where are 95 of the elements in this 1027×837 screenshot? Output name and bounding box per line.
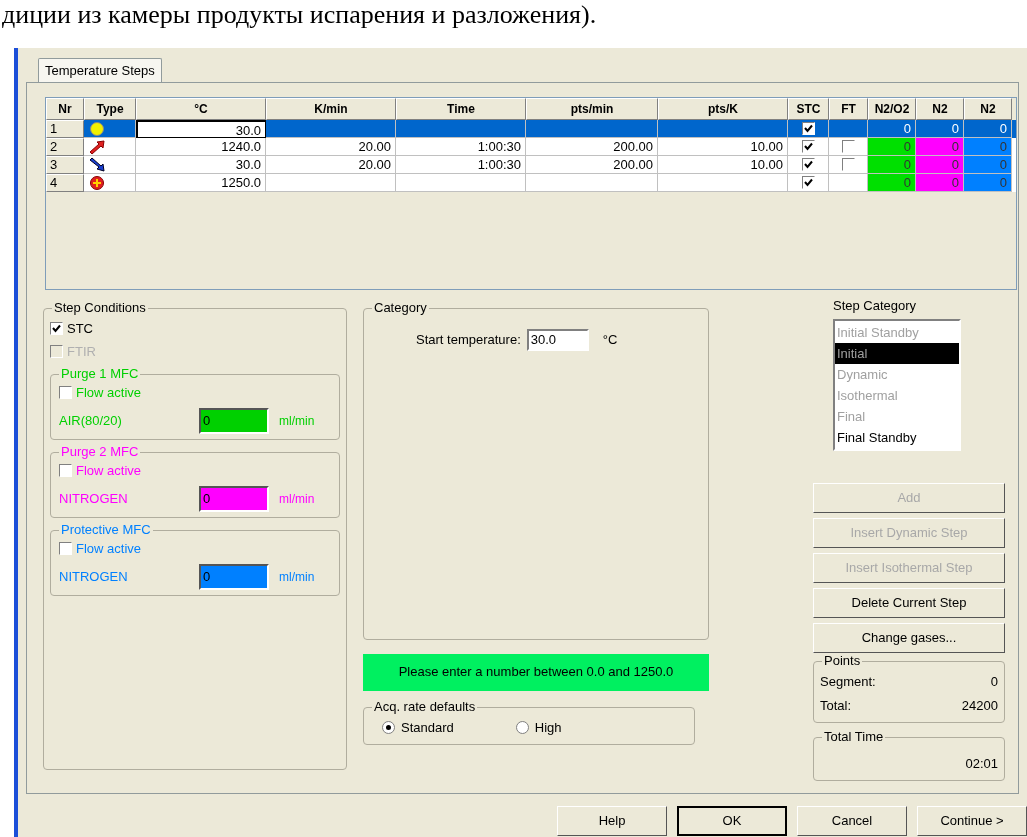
row-number: 4 bbox=[46, 174, 84, 192]
table-cell: 0 bbox=[964, 120, 1012, 138]
table-row[interactable]: 4 1250.0 0 0 0 bbox=[46, 174, 1016, 192]
column-header[interactable]: N2 bbox=[964, 98, 1012, 120]
list-label: Step Category bbox=[833, 296, 918, 315]
points-value: 0 bbox=[990, 673, 998, 691]
column-header[interactable]: pts/min bbox=[526, 98, 658, 120]
table-cell: 0 bbox=[964, 138, 1012, 156]
gas-name: NITROGEN bbox=[59, 568, 129, 587]
table-cell: 20.00 bbox=[266, 138, 396, 156]
flow-field[interactable]: 0 bbox=[199, 408, 269, 434]
checkbox[interactable] bbox=[801, 176, 815, 189]
checkbox[interactable] bbox=[59, 463, 72, 477]
table-cell: 10.00 bbox=[658, 138, 788, 156]
radio-button[interactable] bbox=[382, 721, 395, 734]
column-header[interactable]: Type bbox=[84, 98, 136, 120]
radio-label: Standard bbox=[401, 718, 454, 737]
checkbox[interactable] bbox=[50, 321, 63, 335]
checkbox-label: Flow active bbox=[76, 539, 142, 558]
table-cell: 30.0 bbox=[136, 120, 266, 138]
table-cell: 0 bbox=[964, 174, 1012, 192]
dialog-button[interactable]: Cancel bbox=[797, 806, 907, 836]
unit-label: °C bbox=[602, 330, 618, 349]
table-cell: 0 bbox=[916, 120, 964, 138]
table-cell: 1:00:30 bbox=[396, 156, 526, 174]
table-cell: 200.00 bbox=[526, 156, 658, 174]
checkbox-label: STC bbox=[67, 319, 93, 338]
points-label: Segment: bbox=[820, 673, 876, 691]
dialog-button[interactable]: Continue > bbox=[917, 806, 1027, 836]
dialog-button[interactable]: OK bbox=[677, 806, 787, 836]
table-cell: 0 bbox=[916, 138, 964, 156]
gas-name: AIR(80/20) bbox=[59, 412, 123, 431]
total-time-value: 02:01 bbox=[965, 755, 998, 773]
action-button[interactable]: Change gases... bbox=[813, 623, 1005, 653]
unit-label: ml/min bbox=[279, 569, 315, 586]
table-cell: 0 bbox=[868, 174, 916, 192]
table-row[interactable]: 3 30.0 20.00 1:00:30 200.00 10.00 0 0 0 bbox=[46, 156, 1016, 174]
column-header[interactable]: N2 bbox=[916, 98, 964, 120]
radio-label: High bbox=[534, 718, 562, 737]
row-number: 1 bbox=[46, 120, 84, 138]
points-label: Total: bbox=[820, 696, 852, 715]
table-cell: 20.00 bbox=[266, 156, 396, 174]
arrow-down-icon bbox=[88, 156, 106, 173]
checkbox[interactable] bbox=[59, 385, 72, 399]
table-cell: 1:00:30 bbox=[396, 138, 526, 156]
circle-icon bbox=[88, 120, 106, 137]
document-text: диции из камеры продукты испарения и разложения). bbox=[1, 0, 598, 30]
table-cell: 0 bbox=[916, 174, 964, 192]
checkbox-label: Flow active bbox=[76, 461, 142, 480]
points-value: 24200 bbox=[961, 696, 998, 715]
checkbox[interactable] bbox=[59, 541, 72, 555]
table-cell: 1250.0 bbox=[136, 174, 266, 192]
checkbox-label: FTIR bbox=[67, 343, 96, 361]
checkbox-label: Flow active bbox=[76, 383, 142, 402]
dialog-button[interactable]: Help bbox=[557, 806, 667, 836]
checkbox[interactable] bbox=[801, 122, 815, 135]
table-cell: 0 bbox=[964, 156, 1012, 174]
arrow-up-icon bbox=[88, 138, 106, 155]
action-button[interactable]: Delete Current Step bbox=[813, 588, 1005, 618]
table-row[interactable]: 1 30.0 0 0 0 bbox=[46, 120, 1016, 138]
table-cell: 1240.0 bbox=[136, 138, 266, 156]
table-cell: 0 bbox=[868, 120, 916, 138]
column-header[interactable]: Nr bbox=[46, 98, 84, 120]
table-cell: 0 bbox=[868, 138, 916, 156]
flow-field[interactable]: 0 bbox=[199, 564, 269, 590]
table-row[interactable]: 2 1240.0 20.00 1:00:30 200.00 10.00 0 0 0 bbox=[46, 138, 1016, 156]
field-label: Start temperature: bbox=[416, 330, 521, 349]
list-item[interactable]: Final Standby bbox=[835, 427, 959, 448]
plus-circle-icon bbox=[88, 174, 106, 191]
tab[interactable]: Temperature Steps bbox=[38, 58, 162, 82]
message-bar: Please enter a number between 0.0 and 1250.0 bbox=[363, 653, 709, 691]
unit-label: ml/min bbox=[279, 413, 315, 430]
column-header[interactable]: K/min bbox=[266, 98, 396, 120]
column-header[interactable]: N2/O2 bbox=[868, 98, 916, 120]
checkbox[interactable] bbox=[801, 158, 815, 171]
column-header[interactable]: FT bbox=[829, 98, 868, 120]
gas-name: NITROGEN bbox=[59, 490, 129, 509]
table-cell: 0 bbox=[916, 156, 964, 174]
checkbox[interactable] bbox=[801, 140, 815, 153]
row-number: 3 bbox=[46, 156, 84, 174]
table-cell: 30.0 bbox=[136, 156, 266, 174]
unit-label: ml/min bbox=[279, 491, 315, 508]
column-header[interactable]: pts/K bbox=[658, 98, 788, 120]
table-cell: 0 bbox=[868, 156, 916, 174]
row-number: 2 bbox=[46, 138, 84, 156]
checkbox[interactable] bbox=[841, 158, 855, 171]
flow-field[interactable]: 0 bbox=[199, 486, 269, 512]
table-cell: 10.00 bbox=[658, 156, 788, 174]
checkbox[interactable] bbox=[841, 140, 855, 153]
column-header[interactable]: Time bbox=[396, 98, 526, 120]
temperature-field[interactable]: 30.0 bbox=[526, 328, 589, 351]
column-header[interactable]: STC bbox=[788, 98, 829, 120]
column-header[interactable]: °C bbox=[136, 98, 266, 120]
table-cell: 200.00 bbox=[526, 138, 658, 156]
radio-button[interactable] bbox=[515, 721, 529, 734]
